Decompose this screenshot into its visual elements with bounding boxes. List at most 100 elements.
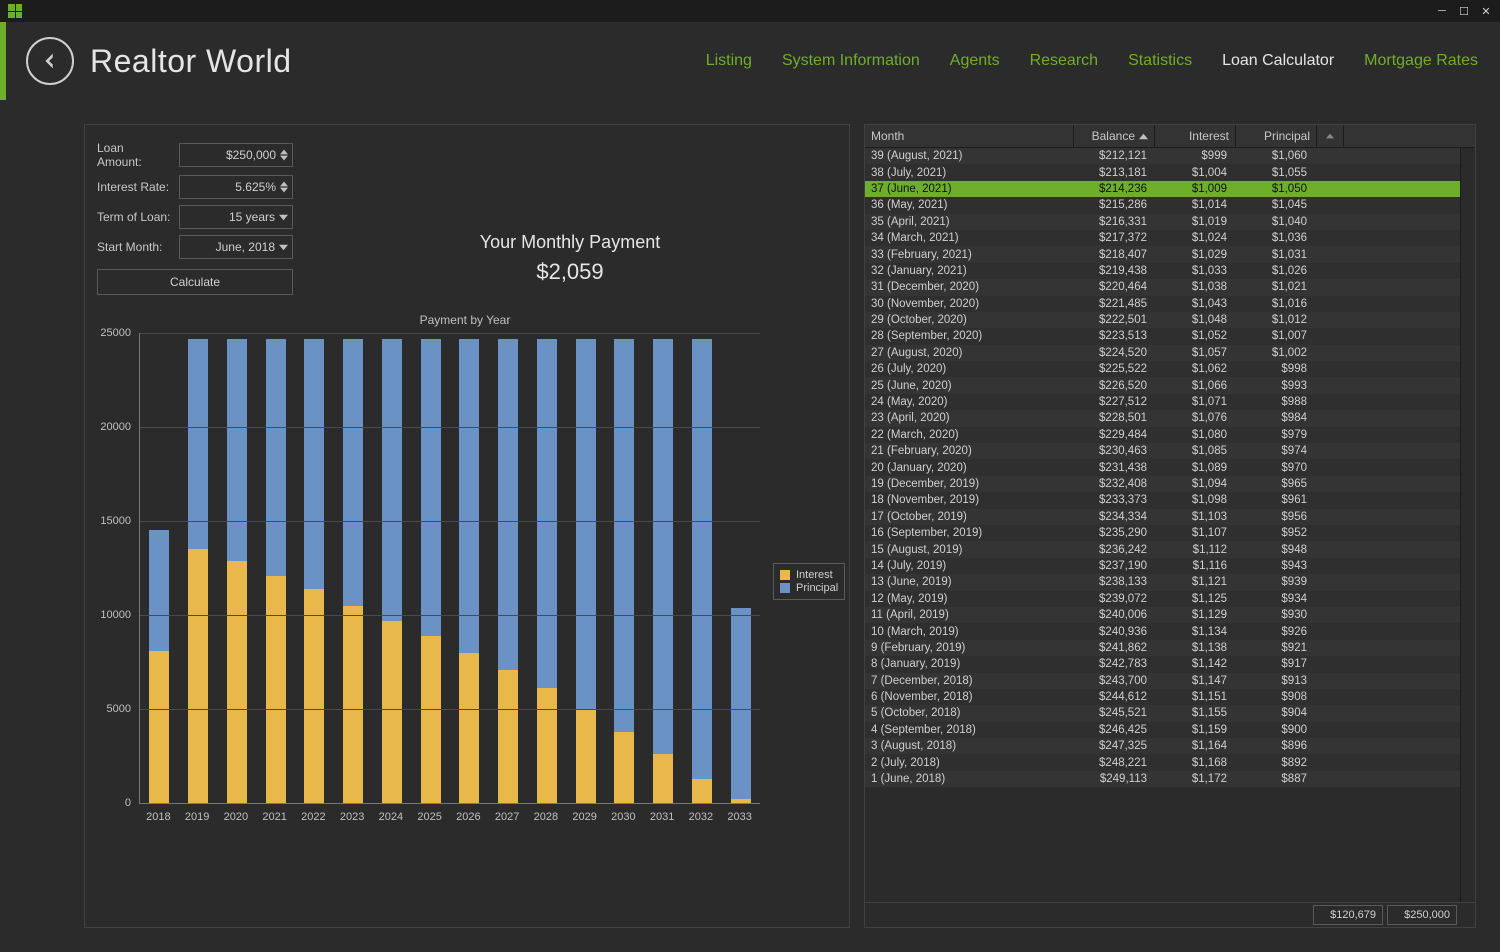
table-row[interactable]: 25 (June, 2020)$226,520$1,066$993 <box>865 377 1475 393</box>
cell-balance: $247,325 <box>1073 740 1153 752</box>
table-row[interactable]: 10 (March, 2019)$240,936$1,134$926 <box>865 623 1475 639</box>
scrollbar[interactable] <box>1460 148 1475 902</box>
th-month[interactable]: Month <box>865 125 1074 147</box>
monthly-payment: Your Monthly Payment $2,059 <box>420 232 720 285</box>
interest-rate-input[interactable]: 5.625% <box>179 175 293 199</box>
table-row[interactable]: 3 (August, 2018)$247,325$1,164$896 <box>865 738 1475 754</box>
table-row[interactable]: 20 (January, 2020)$231,438$1,089$970 <box>865 459 1475 475</box>
cell-balance: $238,133 <box>1073 576 1153 588</box>
nav-tabs: Listing System Information Agents Research S… <box>706 52 1478 70</box>
tab-statistics[interactable]: Statistics <box>1128 52 1192 70</box>
start-month-dropdown[interactable]: June, 2018 <box>179 235 293 259</box>
table-row[interactable]: 2 (July, 2018)$248,221$1,168$892 <box>865 754 1475 770</box>
cell-balance: $246,425 <box>1073 724 1153 736</box>
cell-interest: $1,112 <box>1153 544 1233 556</box>
table-row[interactable]: 36 (May, 2021)$215,286$1,014$1,045 <box>865 197 1475 213</box>
cell-balance: $222,501 <box>1073 314 1153 326</box>
cell-principal: $1,060 <box>1233 150 1313 162</box>
cell-interest: $1,103 <box>1153 511 1233 523</box>
x-axis-labels: 2018201920202021202220232024202520262027… <box>139 811 759 829</box>
cell-interest: $1,085 <box>1153 445 1233 457</box>
tab-loan-calculator[interactable]: Loan Calculator <box>1222 52 1334 70</box>
cell-month: 18 (November, 2019) <box>865 494 1073 506</box>
table-row[interactable]: 27 (August, 2020)$224,520$1,057$1,002 <box>865 345 1475 361</box>
minimize-button[interactable]: ─ <box>1432 3 1452 19</box>
table-row[interactable]: 7 (December, 2018)$243,700$1,147$913 <box>865 673 1475 689</box>
table-row[interactable]: 12 (May, 2019)$239,072$1,125$934 <box>865 591 1475 607</box>
table-row[interactable]: 32 (January, 2021)$219,438$1,033$1,026 <box>865 263 1475 279</box>
table-row[interactable]: 18 (November, 2019)$233,373$1,098$961 <box>865 492 1475 508</box>
cell-principal: $948 <box>1233 544 1313 556</box>
cell-principal: $904 <box>1233 707 1313 719</box>
table-row[interactable]: 17 (October, 2019)$234,334$1,103$956 <box>865 509 1475 525</box>
back-button[interactable] <box>26 37 74 85</box>
sort-asc-icon <box>1139 132 1148 141</box>
cell-interest: $1,138 <box>1153 642 1233 654</box>
cell-interest: $1,164 <box>1153 740 1233 752</box>
titlebar: ─ ☐ ✕ <box>0 0 1500 22</box>
table-row[interactable]: 15 (August, 2019)$236,242$1,112$948 <box>865 541 1475 557</box>
table-row[interactable]: 23 (April, 2020)$228,501$1,076$984 <box>865 410 1475 426</box>
table-row[interactable]: 22 (March, 2020)$229,484$1,080$979 <box>865 427 1475 443</box>
calculate-button[interactable]: Calculate <box>97 269 293 295</box>
table-row[interactable]: 31 (December, 2020)$220,464$1,038$1,021 <box>865 279 1475 295</box>
tab-agents[interactable]: Agents <box>950 52 1000 70</box>
cell-interest: $1,098 <box>1153 494 1233 506</box>
table-row[interactable]: 34 (March, 2021)$217,372$1,024$1,036 <box>865 230 1475 246</box>
close-button[interactable]: ✕ <box>1476 3 1496 19</box>
term-dropdown[interactable]: 15 years <box>179 205 293 229</box>
table-row[interactable]: 29 (October, 2020)$222,501$1,048$1,012 <box>865 312 1475 328</box>
cell-interest: $1,043 <box>1153 298 1233 310</box>
tab-listing[interactable]: Listing <box>706 52 752 70</box>
table-row[interactable]: 24 (May, 2020)$227,512$1,071$988 <box>865 394 1475 410</box>
table-row[interactable]: 33 (February, 2021)$218,407$1,029$1,031 <box>865 246 1475 262</box>
interest-rate-label: Interest Rate: <box>97 180 171 194</box>
table-row[interactable]: 26 (July, 2020)$225,522$1,062$998 <box>865 361 1475 377</box>
table-body[interactable]: 39 (August, 2021)$212,121$999$1,06038 (J… <box>865 148 1475 902</box>
table-row[interactable]: 39 (August, 2021)$212,121$999$1,060 <box>865 148 1475 164</box>
cell-balance: $233,373 <box>1073 494 1153 506</box>
payment-value: $2,059 <box>420 259 720 285</box>
table-row[interactable]: 11 (April, 2019)$240,006$1,129$930 <box>865 607 1475 623</box>
table-row[interactable]: 35 (April, 2021)$216,331$1,019$1,040 <box>865 214 1475 230</box>
tab-research[interactable]: Research <box>1030 52 1098 70</box>
table-row[interactable]: 8 (January, 2019)$242,783$1,142$917 <box>865 656 1475 672</box>
loan-amount-input[interactable]: $250,000 <box>179 143 293 167</box>
table-row[interactable]: 16 (September, 2019)$235,290$1,107$952 <box>865 525 1475 541</box>
table-row[interactable]: 6 (November, 2018)$244,612$1,151$908 <box>865 689 1475 705</box>
bar-2026 <box>450 333 489 803</box>
tab-system-information[interactable]: System Information <box>782 52 920 70</box>
table-row[interactable]: 38 (July, 2021)$213,181$1,004$1,055 <box>865 164 1475 180</box>
footer-principal-total: $250,000 <box>1387 905 1457 925</box>
table-row[interactable]: 28 (September, 2020)$223,513$1,052$1,007 <box>865 328 1475 344</box>
th-interest[interactable]: Interest <box>1155 125 1236 147</box>
th-principal[interactable]: Principal <box>1236 125 1316 147</box>
maximize-button[interactable]: ☐ <box>1454 3 1474 19</box>
cell-principal: $908 <box>1233 691 1313 703</box>
spinner-icon[interactable] <box>280 149 288 161</box>
cell-principal: $979 <box>1233 429 1313 441</box>
table-row[interactable]: 1 (June, 2018)$249,113$1,172$887 <box>865 771 1475 787</box>
th-balance[interactable]: Balance <box>1074 125 1155 147</box>
cell-principal: $965 <box>1233 478 1313 490</box>
table-row[interactable]: 21 (February, 2020)$230,463$1,085$974 <box>865 443 1475 459</box>
cell-balance: $221,485 <box>1073 298 1153 310</box>
spinner-icon[interactable] <box>280 181 288 193</box>
table-row[interactable]: 5 (October, 2018)$245,521$1,155$904 <box>865 705 1475 721</box>
cell-interest: $1,147 <box>1153 675 1233 687</box>
th-scroll[interactable] <box>1316 125 1344 147</box>
payment-label: Your Monthly Payment <box>420 232 720 253</box>
table-row[interactable]: 19 (December, 2019)$232,408$1,094$965 <box>865 476 1475 492</box>
tab-mortgage-rates[interactable]: Mortgage Rates <box>1364 52 1478 70</box>
cell-month: 25 (June, 2020) <box>865 380 1073 392</box>
table-row[interactable]: 13 (June, 2019)$238,133$1,121$939 <box>865 574 1475 590</box>
cell-interest: $1,052 <box>1153 330 1233 342</box>
table-row[interactable]: 30 (November, 2020)$221,485$1,043$1,016 <box>865 296 1475 312</box>
table-row[interactable]: 14 (July, 2019)$237,190$1,116$943 <box>865 558 1475 574</box>
cell-month: 26 (July, 2020) <box>865 363 1073 375</box>
table-row[interactable]: 37 (June, 2021)$214,236$1,009$1,050 <box>865 181 1475 197</box>
table-row[interactable]: 9 (February, 2019)$241,862$1,138$921 <box>865 640 1475 656</box>
cell-principal: $970 <box>1233 462 1313 474</box>
cell-interest: $1,076 <box>1153 412 1233 424</box>
table-row[interactable]: 4 (September, 2018)$246,425$1,159$900 <box>865 722 1475 738</box>
